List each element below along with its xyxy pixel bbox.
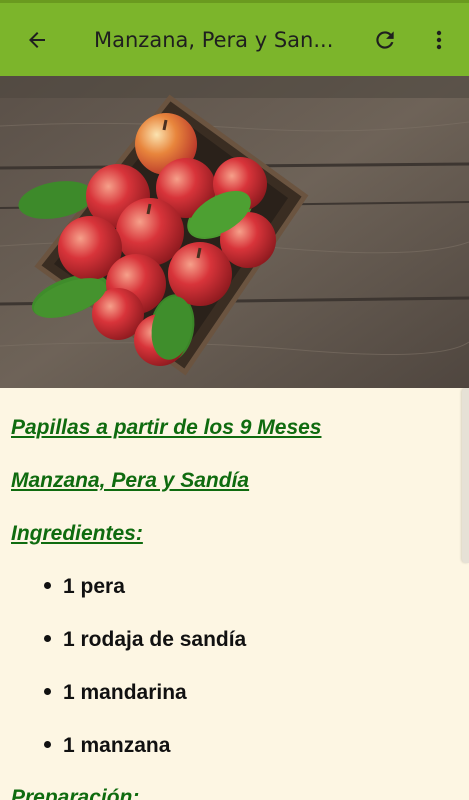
more-vert-icon — [436, 30, 442, 50]
list-item: 1 mandarina — [44, 681, 187, 705]
more-options-button[interactable] — [424, 21, 454, 59]
ingredients-heading-link[interactable]: Ingredientes: — [11, 522, 143, 546]
bullet-icon — [44, 740, 51, 748]
bullet-icon — [44, 687, 51, 695]
ingredient-label: 1 manzana — [63, 734, 171, 757]
ingredient-label: 1 pera — [63, 575, 125, 598]
bullet-icon — [44, 581, 51, 589]
recipe-content: Papillas a partir de los 9 Meses Manzana… — [0, 388, 469, 800]
list-item: 1 manzana — [44, 734, 170, 758]
refresh-icon — [376, 31, 394, 49]
ingredient-label: 1 rodaja de sandía — [63, 628, 247, 651]
bullet-icon — [44, 634, 51, 642]
list-item: 1 rodaja de sandía — [44, 628, 246, 652]
refresh-button[interactable] — [366, 21, 404, 59]
page-title: Manzana, Pera y San... — [94, 27, 334, 52]
list-item: 1 pera — [44, 575, 125, 599]
scrollbar[interactable] — [462, 388, 469, 563]
recipe-title-link[interactable]: Manzana, Pera y Sandía — [11, 469, 249, 493]
back-button[interactable] — [17, 20, 57, 60]
app-bar: Manzana, Pera y San... — [0, 3, 469, 76]
hero-image — [0, 76, 469, 388]
preparation-heading-link[interactable]: Preparación: — [11, 786, 139, 800]
ingredient-label: 1 mandarina — [63, 681, 187, 704]
arrow-back-icon — [29, 31, 45, 48]
section-title-link[interactable]: Papillas a partir de los 9 Meses — [11, 416, 321, 440]
apple-basket-illustration — [0, 76, 469, 388]
